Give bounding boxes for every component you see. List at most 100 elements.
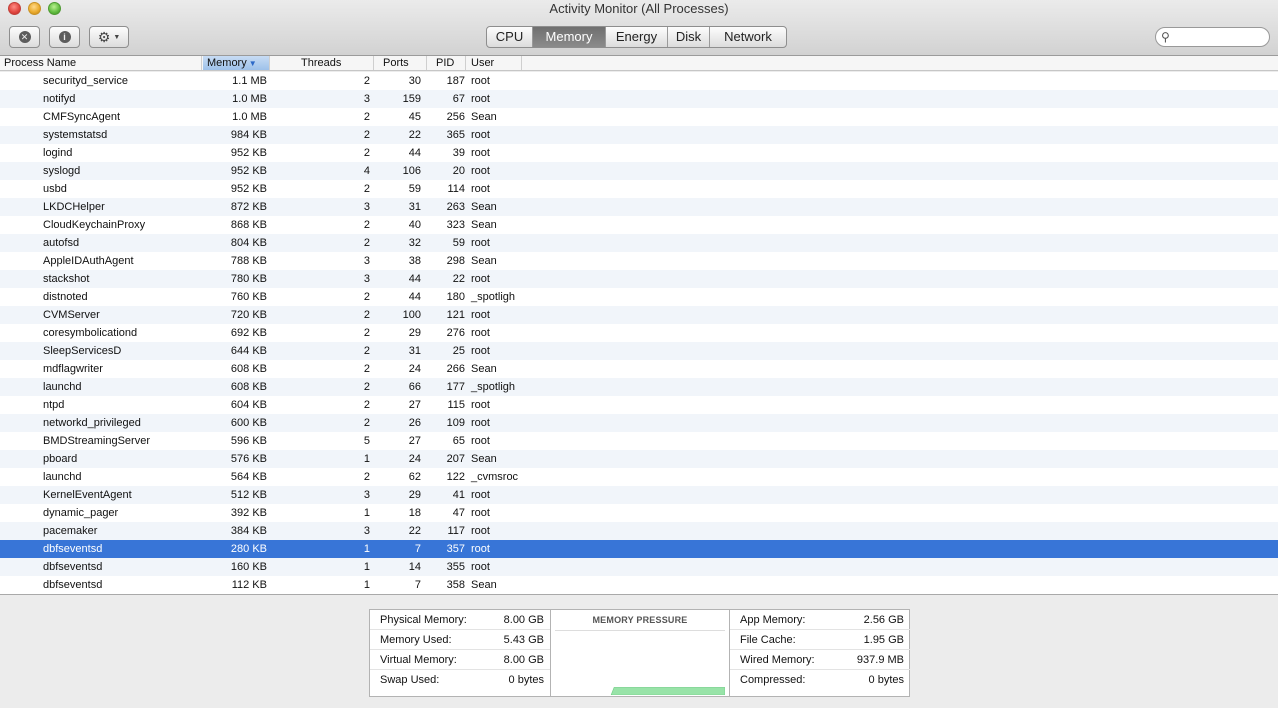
table-row[interactable]: KernelEventAgent 512 KB 3 29 41 root: [0, 486, 1278, 504]
cell-user: root: [471, 345, 490, 357]
table-row[interactable]: AppleIDAuthAgent 788 KB 3 38 298 Sean: [0, 252, 1278, 270]
table-row[interactable]: notifyd 1.0 MB 3 159 67 root: [0, 90, 1278, 108]
search-field[interactable]: ⚲: [1155, 27, 1270, 47]
cell-user: root: [471, 183, 490, 195]
cell-name: securityd_service: [43, 75, 128, 87]
table-row[interactable]: dbfseventsd 112 KB 1 7 358 Sean: [0, 576, 1278, 594]
column-header-label: Process Name: [4, 57, 77, 69]
table-row[interactable]: usbd 952 KB 2 59 114 root: [0, 180, 1278, 198]
inspect-process-button[interactable]: i: [49, 26, 80, 48]
table-row[interactable]: CVMServer 720 KB 2 100 121 root: [0, 306, 1278, 324]
window-title: Activity Monitor (All Processes): [549, 1, 729, 16]
cell-pid: 117: [447, 525, 465, 537]
memory-stat-value: 8.00 GB: [503, 614, 544, 626]
memory-pressure-graph: MEMORY PRESSURE: [550, 610, 730, 696]
cell-memory: 872 KB: [230, 201, 267, 213]
cell-name: ntpd: [43, 399, 65, 411]
cell-name: launchd: [43, 471, 82, 483]
table-row[interactable]: syslogd 952 KB 4 106 20 root: [0, 162, 1278, 180]
column-header-process-name[interactable]: Process Name: [0, 56, 202, 70]
table-row[interactable]: networkd_privileged 600 KB 2 26 109 root: [0, 414, 1278, 432]
tab-memory[interactable]: Memory: [533, 27, 606, 47]
cell-memory: 576 KB: [230, 453, 267, 465]
cell-ports: 45: [408, 111, 421, 123]
table-row[interactable]: CMFSyncAgent 1.0 MB 2 45 256 Sean: [0, 108, 1278, 126]
gear-icon: ⚙: [97, 29, 111, 45]
cell-memory: 1.0 MB: [232, 111, 267, 123]
cell-name: pacemaker: [43, 525, 98, 537]
cell-user: root: [471, 309, 490, 321]
table-row[interactable]: pacemaker 384 KB 3 22 117 root: [0, 522, 1278, 540]
cell-threads: 3: [363, 93, 370, 105]
tab-energy[interactable]: Energy: [606, 27, 668, 47]
cell-user: Sean: [471, 111, 497, 123]
info-icon: i: [58, 31, 71, 43]
cell-name: dbfseventsd: [43, 579, 103, 591]
tab-cpu[interactable]: CPU: [487, 27, 533, 47]
cell-memory: 280 KB: [230, 543, 267, 555]
cell-ports: 29: [408, 489, 421, 501]
cell-ports: 31: [408, 201, 421, 213]
column-header-ports[interactable]: Ports: [375, 56, 427, 70]
cell-memory: 600 KB: [230, 417, 267, 429]
cell-threads: 2: [363, 147, 370, 159]
table-row[interactable]: ntpd 604 KB 2 27 115 root: [0, 396, 1278, 414]
table-row[interactable]: dbfseventsd 160 KB 1 14 355 root: [0, 558, 1278, 576]
table-row[interactable]: launchd 608 KB 2 66 177 _spotligh: [0, 378, 1278, 396]
memory-pressure-fill: [610, 687, 725, 695]
cell-pid: 177: [446, 381, 465, 393]
table-row[interactable]: logind 952 KB 2 44 39 root: [0, 144, 1278, 162]
table-row[interactable]: securityd_service 1.1 MB 2 30 187 root: [0, 72, 1278, 90]
table-row[interactable]: coresymbolicationd 692 KB 2 29 276 root: [0, 324, 1278, 342]
cell-ports: 7: [414, 543, 421, 555]
table-row[interactable]: launchd 564 KB 2 62 122 _cvmsroc: [0, 468, 1278, 486]
table-row[interactable]: LKDCHelper 872 KB 3 31 263 Sean: [0, 198, 1278, 216]
cell-threads: 2: [363, 327, 370, 339]
cell-ports: 26: [408, 417, 421, 429]
tab-disk[interactable]: Disk: [668, 27, 710, 47]
table-row[interactable]: pboard 576 KB 1 24 207 Sean: [0, 450, 1278, 468]
column-header-user[interactable]: User: [467, 56, 522, 70]
table-row[interactable]: stackshot 780 KB 3 44 22 root: [0, 270, 1278, 288]
column-header-label: User: [471, 57, 495, 69]
memory-stat-label: Physical Memory:: [380, 614, 467, 626]
cell-pid: 256: [446, 111, 465, 123]
cell-memory: 804 KB: [230, 237, 267, 249]
column-header-pid[interactable]: PID: [428, 56, 466, 70]
cell-pid: 298: [446, 255, 465, 267]
cell-user: Sean: [471, 255, 497, 267]
cell-pid: 22: [452, 273, 465, 285]
column-header-threads[interactable]: Threads: [271, 56, 374, 70]
table-row[interactable]: BMDStreamingServer 596 KB 5 27 65 root: [0, 432, 1278, 450]
cell-user: root: [471, 75, 490, 87]
cell-ports: 38: [408, 255, 421, 267]
cell-ports: 27: [408, 435, 421, 447]
cell-ports: 7: [414, 579, 421, 591]
table-row[interactable]: CloudKeychainProxy 868 KB 2 40 323 Sean: [0, 216, 1278, 234]
search-input[interactable]: [1178, 30, 1264, 44]
cell-ports: 22: [408, 525, 421, 537]
process-table[interactable]: securityd_service 1.1 MB 2 30 187 root notifyd…: [0, 72, 1278, 595]
cell-pid: 180: [446, 291, 465, 303]
table-row[interactable]: dbfseventsd 280 KB 1 7 357 root: [0, 540, 1278, 558]
action-menu-button[interactable]: ⚙ ▼: [89, 26, 129, 48]
table-row[interactable]: SleepServicesD 644 KB 2 31 25 root: [0, 342, 1278, 360]
table-row[interactable]: dynamic_pager 392 KB 1 18 47 root: [0, 504, 1278, 522]
cell-threads: 2: [363, 111, 370, 123]
cell-ports: 27: [408, 399, 421, 411]
cell-memory: 780 KB: [230, 273, 267, 285]
memory-stat-label: App Memory:: [740, 614, 806, 626]
cell-threads: 2: [363, 309, 370, 321]
table-row[interactable]: autofsd 804 KB 2 32 59 root: [0, 234, 1278, 252]
cell-threads: 1: [363, 507, 370, 519]
chevron-down-icon: ▼: [113, 33, 121, 41]
tab-network[interactable]: Network: [710, 27, 786, 47]
table-row[interactable]: distnoted 760 KB 2 44 180 _spotligh: [0, 288, 1278, 306]
table-row[interactable]: mdflagwriter 608 KB 2 24 266 Sean: [0, 360, 1278, 378]
column-header-memory[interactable]: Memory ▼: [203, 56, 270, 70]
stop-process-button[interactable]: ✕: [9, 26, 40, 48]
table-row[interactable]: systemstatsd 984 KB 2 22 365 root: [0, 126, 1278, 144]
cell-name: SleepServicesD: [43, 345, 122, 357]
memory-stat-value: 2.56 GB: [863, 614, 904, 626]
cell-user: root: [471, 93, 490, 105]
